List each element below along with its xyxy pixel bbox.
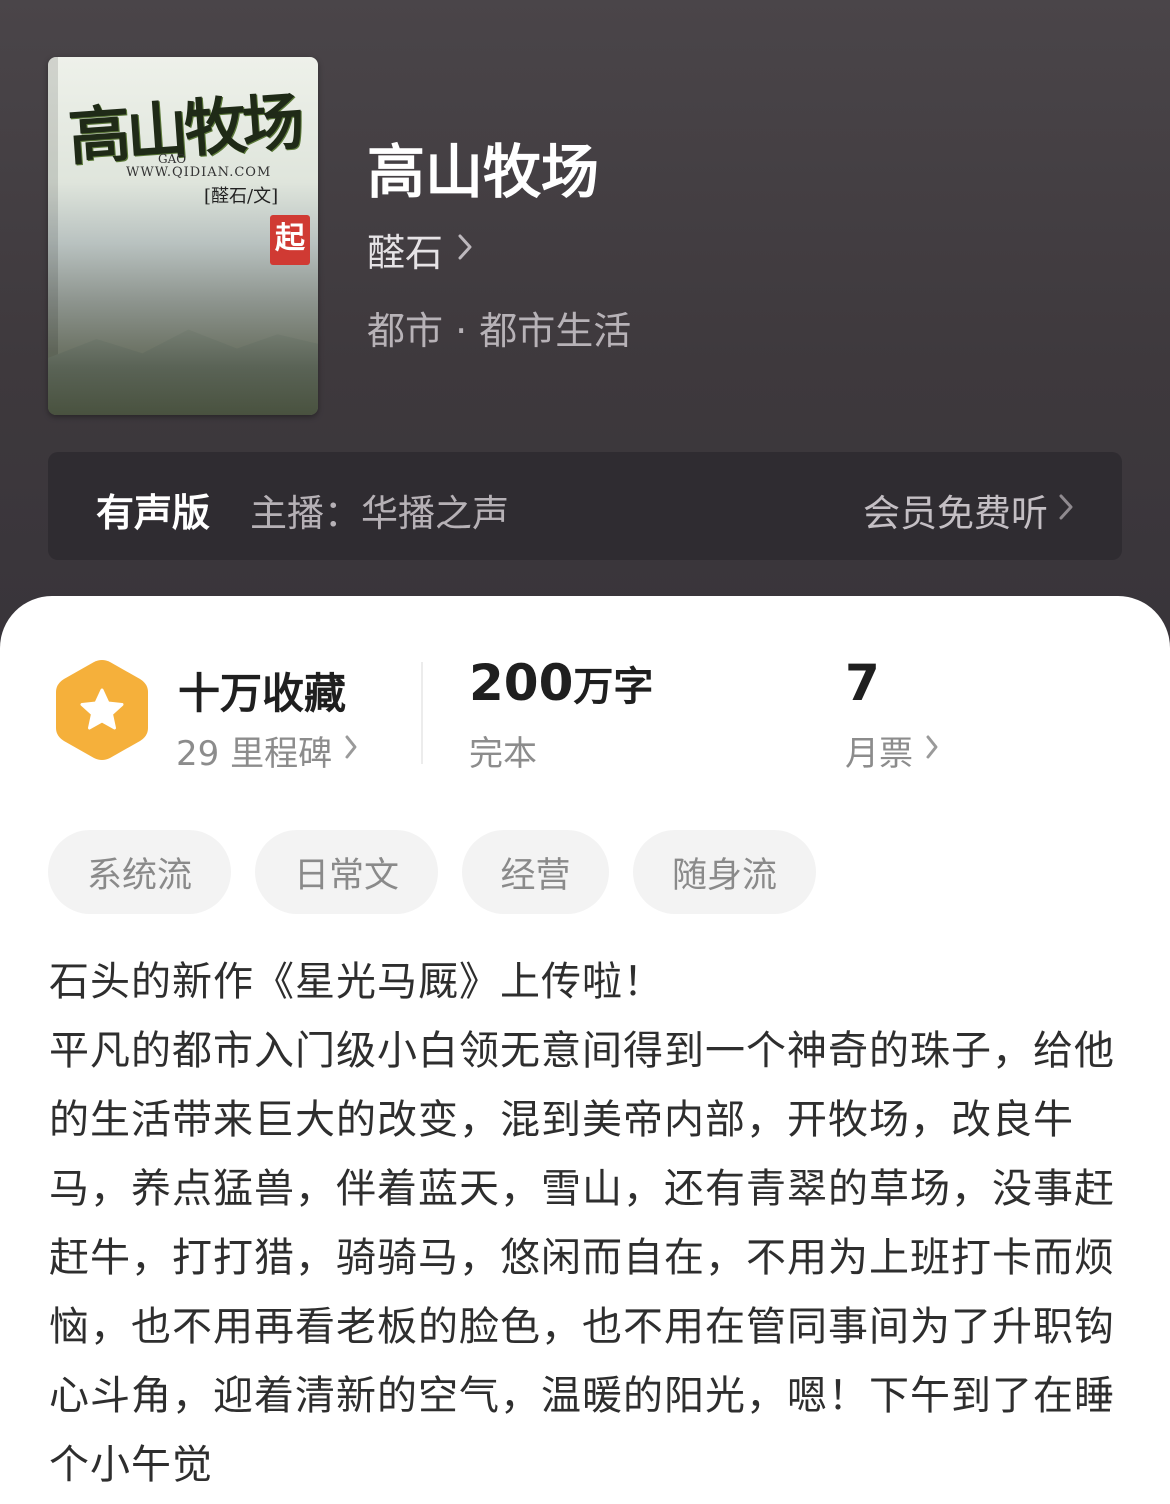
book-detail-card: 十万收藏 29 里程碑 200万字 完本 7 月票 系统流 日常文 经营 随身流… [0, 596, 1170, 1504]
tag-chip[interactable]: 日常文 [255, 830, 438, 914]
chevron-right-icon [457, 230, 473, 270]
cover-author: [醛石/文] [204, 186, 279, 207]
author-name: 醛石 [367, 231, 444, 275]
chevron-right-icon [925, 733, 939, 768]
monthly-votes-number: 7 [845, 654, 880, 712]
author-link[interactable]: 醛石 [367, 222, 473, 277]
word-count: 200万字 [469, 654, 653, 712]
word-count-unit: 万字 [573, 664, 654, 710]
monthly-votes-label: 月票 [845, 734, 913, 774]
milestones-link[interactable]: 29 里程碑 [176, 726, 358, 775]
book-description[interactable]: 石头的新作《星光马厩》上传啦！ 平凡的都市入门级小白领无意间得到一个神奇的珠子，… [49, 948, 1124, 1500]
member-free-listen-label: 会员免费听 [863, 492, 1048, 535]
cover-url: WWW.QIDIAN.COM [126, 165, 272, 180]
stat-divider [421, 662, 423, 764]
chevron-right-icon [1058, 490, 1074, 530]
book-genre: 都市 · 都市生活 [367, 309, 632, 353]
cover-landscape [48, 329, 318, 415]
book-title: 高山牧场 [367, 138, 600, 206]
audio-tag: 有声版 [96, 491, 211, 535]
audio-host: 主播：华播之声 [250, 492, 509, 535]
tag-chip[interactable]: 经营 [462, 830, 609, 914]
tag-chip[interactable]: 系统流 [48, 830, 231, 914]
description-body: 平凡的都市入门级小白领无意间得到一个神奇的珠子，给他的生活带来巨大的改变，混到美… [49, 1028, 1115, 1488]
word-count-number: 200 [469, 654, 574, 712]
monthly-votes-link[interactable]: 月票 [845, 726, 939, 775]
audio-edition-bar[interactable]: 有声版 主播：华播之声 会员免费听 [48, 452, 1122, 560]
star-hexagon-icon [54, 656, 150, 764]
book-cover[interactable]: 高山牧场 GAO WWW.QIDIAN.COM [醛石/文] 起 [48, 57, 318, 415]
member-free-listen-button[interactable]: 会员免费听 [863, 483, 1074, 537]
completion-status: 完本 [469, 734, 537, 774]
favorites-count: 十万收藏 [178, 669, 347, 718]
tag-chip[interactable]: 随身流 [633, 830, 816, 914]
milestones-label: 29 里程碑 [176, 734, 333, 774]
cover-seal: 起 [270, 215, 310, 265]
monthly-votes-count: 7 [845, 654, 880, 712]
cover-pinyin: GAO [158, 152, 187, 166]
book-header: 高山牧场 GAO WWW.QIDIAN.COM [醛石/文] 起 高山牧场 醛石… [0, 0, 1170, 660]
description-announcement: 石头的新作《星光马厩》上传啦！ [49, 959, 664, 1005]
chevron-right-icon [344, 733, 358, 768]
